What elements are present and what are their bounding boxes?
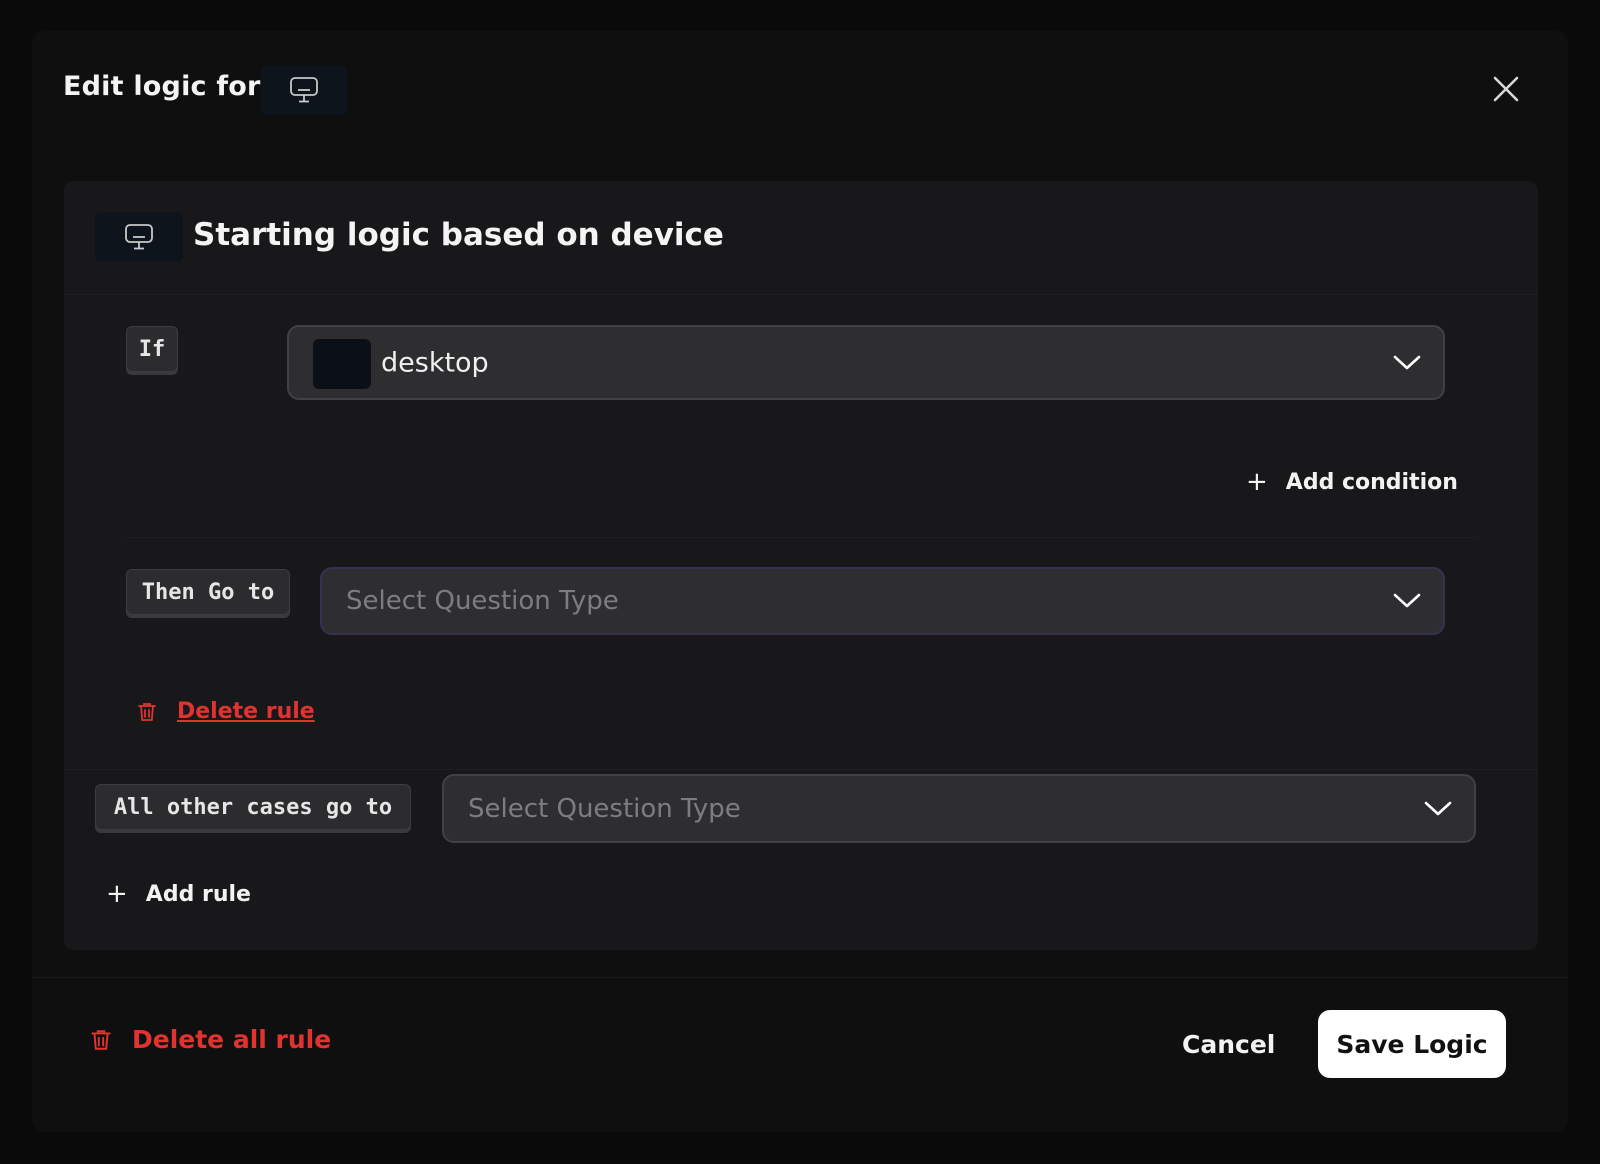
chevron-down-icon (1424, 801, 1452, 815)
trash-icon (138, 702, 156, 721)
condition-select[interactable]: desktop (287, 325, 1445, 400)
add-condition-button[interactable]: + Add condition (1246, 467, 1458, 497)
cancel-button[interactable]: Cancel (1182, 1030, 1275, 1059)
plus-icon: + (1246, 467, 1268, 497)
if-tag: If (126, 326, 178, 372)
save-logic-button[interactable]: Save Logic (1318, 1010, 1506, 1078)
chevron-down-icon (1393, 593, 1421, 608)
monitor-icon (290, 77, 318, 103)
rule-divider (126, 537, 1476, 538)
footer-divider (32, 977, 1568, 978)
delete-all-rules-button[interactable]: Delete all rule (90, 1025, 331, 1054)
trash-icon (91, 1029, 111, 1050)
then-go-to-tag: Then Go to (126, 569, 290, 615)
device-swatch (313, 339, 371, 389)
modal-title: Edit logic for (63, 71, 261, 102)
then-go-to-placeholder: Select Question Type (346, 586, 619, 616)
panel-icon-chip (95, 212, 183, 262)
delete-rule-button[interactable]: Delete rule (137, 699, 315, 724)
add-condition-label: Add condition (1285, 469, 1458, 495)
delete-all-label: Delete all rule (132, 1025, 332, 1054)
modal-header: Edit logic for (32, 31, 1568, 151)
panel-header: Starting logic based on device (64, 181, 1538, 295)
condition-value: desktop (381, 347, 489, 378)
add-rule-button[interactable]: + Add rule (106, 879, 251, 909)
fallback-select[interactable]: Select Question Type (442, 774, 1476, 843)
monitor-icon (125, 224, 153, 250)
edit-logic-modal: Edit logic for Starting logic based on d… (32, 31, 1568, 1132)
add-rule-label: Add rule (145, 881, 251, 907)
fallback-divider (64, 769, 1538, 770)
delete-rule-label: Delete rule (177, 699, 315, 724)
close-icon[interactable] (1492, 75, 1520, 103)
chevron-down-icon (1393, 355, 1421, 369)
then-go-to-select[interactable]: Select Question Type (320, 567, 1445, 635)
plus-icon: + (106, 879, 128, 909)
question-type-chip (261, 65, 347, 115)
fallback-placeholder: Select Question Type (468, 793, 741, 824)
panel-title: Starting logic based on device (193, 217, 724, 253)
all-other-cases-tag: All other cases go to (95, 784, 411, 830)
logic-panel: Starting logic based on device If deskto… (64, 181, 1538, 950)
